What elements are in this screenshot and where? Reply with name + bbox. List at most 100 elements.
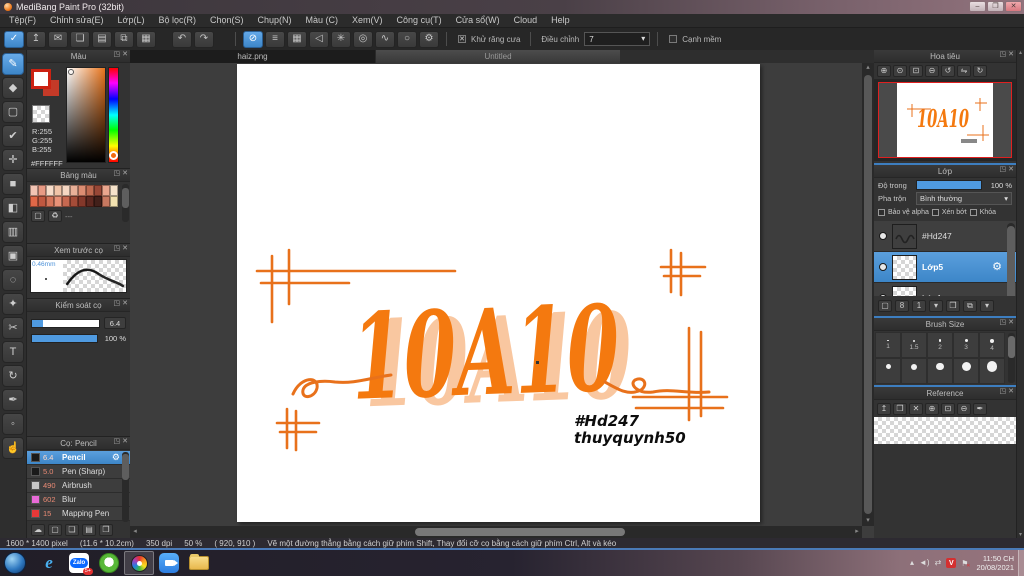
palette-swatch[interactable]	[62, 185, 70, 196]
new-folder-button[interactable]: ❒	[946, 300, 960, 312]
layer-row-lop5[interactable]: Lớp5 ⚙	[874, 252, 1016, 283]
palette-swatch[interactable]	[102, 185, 110, 196]
add-swatch-button[interactable]: ▢	[31, 210, 45, 222]
layer-opacity-slider[interactable]	[916, 180, 982, 190]
adjust-dropdown[interactable]: 7 ▾	[584, 32, 651, 46]
select-rect-tool[interactable]: ▣	[2, 245, 24, 267]
add-layer-menu-button[interactable]: ▾	[929, 300, 943, 312]
select-erase-tool[interactable]: ✂	[2, 317, 24, 339]
popout-icon[interactable]: ◳	[1000, 166, 1007, 173]
network-icon[interactable]: ⇄	[935, 559, 942, 567]
blend-mode-dropdown[interactable]: Bình thường ▾	[916, 192, 1012, 205]
snap-parallel-button[interactable]: ≡	[265, 30, 285, 48]
snap-concentric-button[interactable]: ◎	[353, 30, 373, 48]
palette-swatch[interactable]	[38, 185, 46, 196]
popout-icon[interactable]: ◳	[1000, 319, 1007, 326]
canvas-viewport[interactable]: 10A10 10A10 #Hd247 thuyquynh50 ▴ ▾	[130, 63, 874, 526]
brush-size-cell[interactable]: 1	[875, 332, 901, 358]
pen-tool[interactable]: ✒	[2, 389, 24, 411]
hand-tool[interactable]: ☝	[2, 437, 24, 459]
drawing-canvas[interactable]: 10A10 10A10 #Hd247 thuyquynh50	[237, 64, 760, 522]
popout-icon[interactable]: ◳	[114, 170, 121, 177]
rect-tool[interactable]: ▢	[2, 101, 24, 123]
snap-vanishing-button[interactable]: ◁	[309, 30, 329, 48]
brush-size-cell[interactable]: 1.5	[901, 332, 927, 358]
ref-fit-button[interactable]: ⊡	[941, 402, 955, 415]
nav-flip-button[interactable]: ⇋	[957, 65, 971, 77]
brush-row-blur[interactable]: 602 Blur	[27, 493, 130, 507]
close-icon[interactable]: ✕	[1008, 166, 1014, 173]
taskbar-clock[interactable]: 11:50 CH 20/08/2021	[976, 554, 1014, 572]
scroll-right-icon[interactable]: ▸	[852, 526, 862, 538]
brush-size-cell[interactable]	[875, 358, 901, 384]
redo-button[interactable]: ↷	[194, 30, 214, 48]
palette-swatch[interactable]	[110, 196, 118, 207]
popout-icon[interactable]: ◳	[114, 300, 121, 307]
menu-snap[interactable]: Chụp(N)	[251, 14, 299, 27]
snap-grid-button[interactable]: ▦	[287, 30, 307, 48]
magic-wand-tool[interactable]: ✦	[2, 293, 24, 315]
window-layout-button[interactable]: ⧉	[114, 30, 134, 48]
comment-button[interactable]: ❏	[70, 30, 90, 48]
new-8bit-layer-button[interactable]: 8	[895, 300, 909, 312]
brush-size-cell[interactable]: 3	[953, 332, 979, 358]
taskbar-coccoc[interactable]	[94, 551, 124, 575]
snap-radial-button[interactable]: ✳	[331, 30, 351, 48]
menu-view[interactable]: Xem(V)	[345, 14, 390, 27]
nav-rotate-left-button[interactable]: ↺	[941, 65, 955, 77]
palette-swatch[interactable]	[30, 196, 38, 207]
palette-swatch[interactable]	[38, 196, 46, 207]
snap-settings-button[interactable]: ⚙	[419, 30, 439, 48]
soft-edge-checkbox[interactable]	[669, 35, 678, 43]
hue-bar[interactable]	[108, 67, 119, 163]
transparent-color-swatch[interactable]	[32, 105, 50, 123]
save-button[interactable]: ✓	[4, 30, 24, 48]
brush-size-cell[interactable]: 2	[927, 332, 953, 358]
new-1bit-layer-button[interactable]: 1	[912, 300, 926, 312]
undo-button[interactable]: ↶	[172, 30, 192, 48]
hue-cursor[interactable]	[109, 151, 118, 160]
layer-row-lop1a[interactable]: Lớp1	[874, 283, 1016, 296]
scroll-up-icon[interactable]: ▴	[866, 63, 870, 73]
gear-icon[interactable]: ⚙	[112, 453, 120, 462]
menu-window[interactable]: Cửa sổ(W)	[449, 14, 507, 27]
nav-zoom-out-button[interactable]: ⊖	[925, 65, 939, 77]
ref-eyedropper-button[interactable]: ✒	[973, 402, 987, 415]
brush-size-cell[interactable]	[927, 358, 953, 384]
popout-icon[interactable]: ◳	[114, 51, 121, 58]
duplicate-layer-button[interactable]: ⧉	[963, 300, 977, 312]
palette-swatch[interactable]	[30, 185, 38, 196]
ref-folder-button[interactable]: ❒	[893, 402, 907, 415]
close-icon[interactable]: ✕	[122, 300, 128, 307]
layer-scrollbar[interactable]	[1007, 223, 1015, 296]
palette-scrollbar[interactable]	[122, 184, 129, 222]
edit-brush-button[interactable]: ▤	[82, 524, 96, 536]
tab-haiz-png[interactable]: haiz.png	[130, 50, 375, 63]
add-brush-menu-button[interactable]: ❏	[65, 524, 79, 536]
ref-zoom-out-button[interactable]: ⊖	[957, 402, 971, 415]
brush-size-scrollbar[interactable]	[1008, 333, 1015, 383]
visibility-icon[interactable]	[879, 263, 887, 271]
brush-size-slider[interactable]	[31, 318, 100, 328]
sv-cursor[interactable]	[68, 69, 74, 75]
volume-icon[interactable]: ◄)	[919, 559, 930, 567]
panel-column-scrollbar[interactable]: ▴ ▾	[1016, 50, 1024, 538]
brush-opacity-slider[interactable]	[31, 334, 98, 343]
shape-tool[interactable]: ■	[2, 173, 24, 195]
move-tool[interactable]: ✛	[2, 149, 24, 171]
action-center-flag[interactable]: ⚑ ✕	[961, 559, 970, 568]
palette-swatch[interactable]	[94, 196, 102, 207]
menu-filter[interactable]: Bộ lọc(R)	[151, 14, 203, 27]
menu-edit[interactable]: Chỉnh sửa(E)	[43, 14, 111, 27]
palette-swatch[interactable]	[86, 196, 94, 207]
eraser-tool[interactable]: ◆	[2, 77, 24, 99]
popout-icon[interactable]: ◳	[114, 245, 121, 252]
nav-zoom-in-button[interactable]: ⊕	[877, 65, 891, 77]
menu-file[interactable]: Tệp(F)	[2, 14, 43, 27]
taskbar-internet-explorer[interactable]: e	[34, 551, 64, 575]
close-button[interactable]: ✕	[1005, 1, 1022, 12]
layer-row-hd247[interactable]: #Hd247	[874, 221, 1016, 252]
merge-layer-button[interactable]: ▾	[980, 300, 994, 312]
scroll-left-icon[interactable]: ◂	[130, 526, 140, 538]
menu-tools[interactable]: Công cụ(T)	[390, 14, 449, 27]
